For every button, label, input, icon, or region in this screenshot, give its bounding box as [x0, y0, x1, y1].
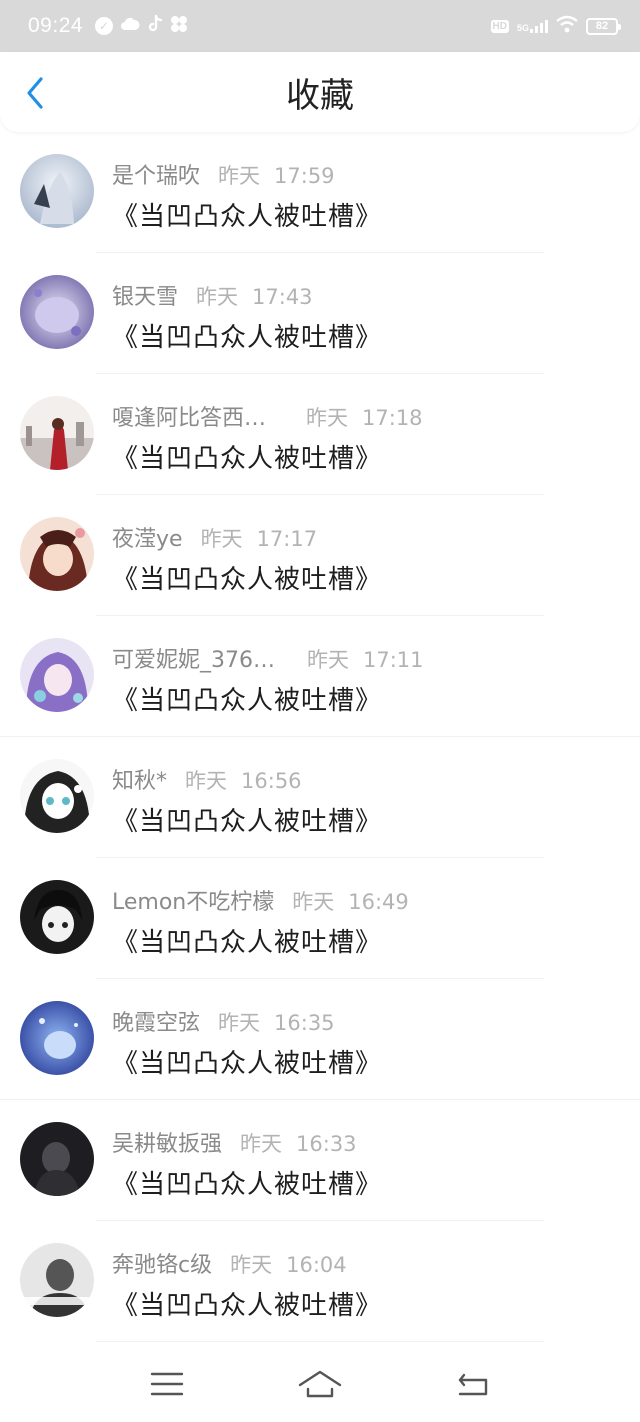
list-item[interactable]: 奔驰铬c级 昨天 16:04 《当凹凸众人被吐槽》 [0, 1221, 640, 1342]
post-day: 昨天 [240, 1132, 283, 1156]
app-grid-icon [170, 15, 188, 37]
list-item[interactable]: 夜滢ye 昨天 17:17 《当凹凸众人被吐槽》 [0, 495, 640, 616]
user-name[interactable]: 晚霞空弦 [112, 1005, 200, 1037]
avatar[interactable] [20, 638, 94, 712]
avatar[interactable] [20, 759, 94, 833]
post-title[interactable]: 《当凹凸众人被吐槽》 [112, 922, 620, 959]
avatar[interactable] [20, 1001, 94, 1075]
wifi-icon [556, 15, 578, 37]
user-name[interactable]: 可爱妮妮_376… [112, 642, 275, 674]
post-title[interactable]: 《当凹凸众人被吐槽》 [112, 1285, 620, 1322]
user-name[interactable]: Lemon不吃柠檬 [112, 884, 274, 916]
post-day: 昨天 [306, 406, 349, 430]
post-time: 16:04 [286, 1253, 347, 1277]
user-name[interactable]: 夜滢ye [112, 521, 183, 553]
list-item[interactable]: 可爱妮妮_376… 昨天 17:11 《当凹凸众人被吐槽》 [0, 616, 640, 737]
post-time: 17:43 [252, 285, 313, 309]
post-time: 16:35 [274, 1011, 335, 1035]
post-day: 昨天 [185, 769, 228, 793]
user-name[interactable]: 是个瑞吹 [112, 158, 200, 190]
user-name[interactable]: 奔驰铬c级 [112, 1247, 212, 1279]
avatar[interactable] [20, 275, 94, 349]
system-icons: HD 5G 82 [490, 15, 621, 37]
battery-icon: 82 [586, 17, 621, 35]
user-name[interactable]: 知秋* [112, 763, 167, 795]
post-title[interactable]: 《当凹凸众人被吐槽》 [112, 196, 620, 233]
battery-level: 82 [595, 20, 609, 32]
network-type: 5G [516, 23, 529, 33]
avatar[interactable] [20, 1243, 94, 1317]
signal-icon: 5G [517, 19, 548, 33]
post-title[interactable]: 《当凹凸众人被吐槽》 [112, 680, 620, 717]
notification-icons: ✓ [95, 14, 188, 37]
post-day: 昨天 [230, 1253, 273, 1277]
page-title: 收藏 [286, 75, 354, 116]
menu-button[interactable] [137, 1359, 197, 1409]
tiktok-icon [147, 14, 163, 37]
check-circle-icon: ✓ [95, 17, 114, 35]
post-title[interactable]: 《当凹凸众人被吐槽》 [112, 1164, 620, 1201]
avatar[interactable] [20, 517, 94, 591]
post-title[interactable]: 《当凹凸众人被吐槽》 [112, 801, 620, 838]
post-time: 16:56 [241, 769, 302, 793]
list-item[interactable]: 知秋* 昨天 16:56 《当凹凸众人被吐槽》 [0, 737, 640, 858]
favorites-list: 是个瑞吹 昨天 17:59 《当凹凸众人被吐槽》 银天雪 昨天 17:43 《当凹凸众人… [0, 132, 640, 1342]
post-day: 昨天 [307, 648, 349, 672]
back-button[interactable] [18, 76, 52, 110]
system-back-button[interactable] [443, 1359, 503, 1409]
list-item[interactable]: 吴耕敏扳强 昨天 16:33 《当凹凸众人被吐槽》 [0, 1100, 640, 1221]
status-time: 09:24 [28, 14, 84, 37]
avatar[interactable] [20, 154, 94, 228]
post-day: 昨天 [200, 527, 243, 551]
top-app-bar: 收藏 [0, 52, 640, 132]
avatar[interactable] [20, 396, 94, 470]
post-time: 16:49 [348, 890, 409, 914]
list-item[interactable]: 是个瑞吹 昨天 17:59 《当凹凸众人被吐槽》 [0, 132, 640, 253]
menu-icon [150, 1372, 183, 1395]
user-name[interactable]: 吴耕敏扳强 [112, 1126, 222, 1158]
post-time: 17:59 [274, 164, 335, 188]
post-time: 17:11 [363, 648, 424, 672]
avatar[interactable] [20, 880, 94, 954]
post-day: 昨天 [292, 890, 335, 914]
list-item[interactable]: 晚霞空弦 昨天 16:35 《当凹凸众人被吐槽》 [0, 979, 640, 1100]
list-item[interactable]: Lemon不吃柠檬 昨天 16:49 《当凹凸众人被吐槽》 [0, 858, 640, 979]
post-title[interactable]: 《当凹凸众人被吐槽》 [112, 317, 620, 354]
post-title[interactable]: 《当凹凸众人被吐槽》 [112, 1043, 620, 1080]
user-name[interactable]: 嗄逢阿比答西… [112, 400, 266, 432]
list-item[interactable]: 银天雪 昨天 17:43 《当凹凸众人被吐槽》 [0, 253, 640, 374]
home-icon [298, 1370, 342, 1397]
post-title[interactable]: 《当凹凸众人被吐槽》 [112, 438, 620, 475]
divider [96, 1341, 544, 1342]
chevron-left-icon [27, 77, 43, 109]
post-time: 17:18 [362, 406, 423, 430]
system-nav-bar [0, 1345, 640, 1422]
post-day: 昨天 [218, 1011, 261, 1035]
post-day: 昨天 [218, 164, 261, 188]
cloud-icon [120, 16, 140, 36]
post-time: 16:33 [296, 1132, 357, 1156]
list-item[interactable]: 嗄逢阿比答西… 昨天 17:18 《当凹凸众人被吐槽》 [0, 374, 640, 495]
status-bar: 09:24 ✓ HD 5G 82 [0, 0, 640, 52]
user-name[interactable]: 银天雪 [112, 279, 178, 311]
return-icon [459, 1373, 488, 1395]
hd-icon: HD [490, 19, 509, 33]
post-time: 17:17 [256, 527, 318, 551]
post-title[interactable]: 《当凹凸众人被吐槽》 [112, 559, 620, 596]
avatar[interactable] [20, 1122, 94, 1196]
post-day: 昨天 [196, 285, 239, 309]
home-button[interactable] [290, 1359, 350, 1409]
